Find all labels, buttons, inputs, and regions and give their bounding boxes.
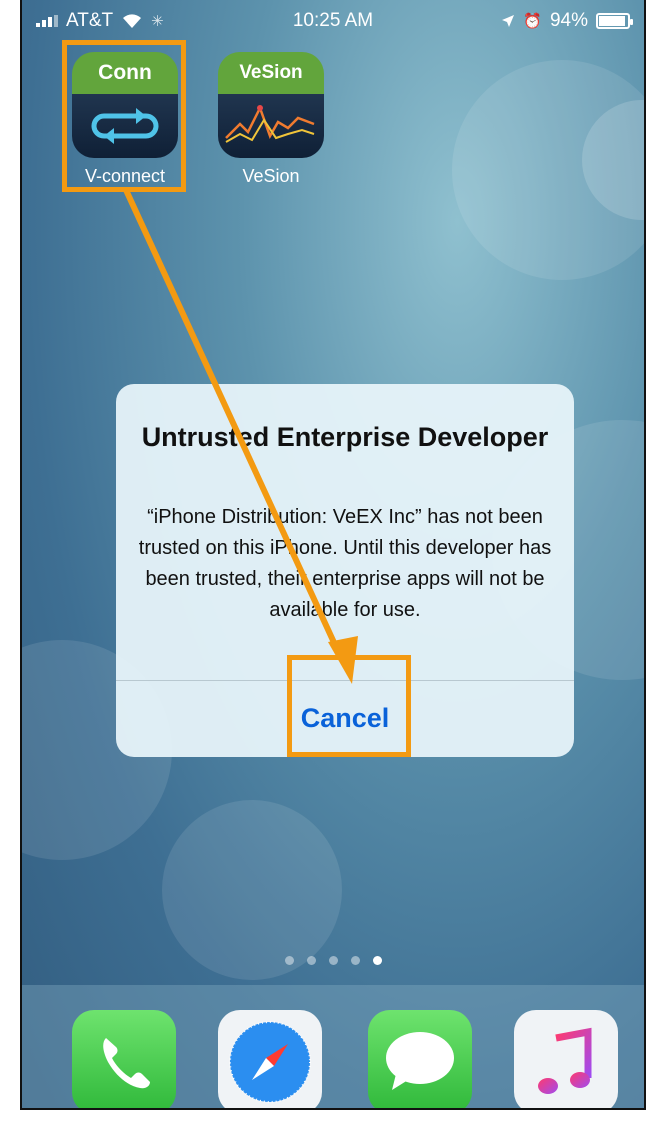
- annotation-arrow: [123, 188, 358, 684]
- phone-screen: AT&T ✳ 10:25 AM ⏰ 94% Conn V-connect VeS…: [20, 0, 646, 1110]
